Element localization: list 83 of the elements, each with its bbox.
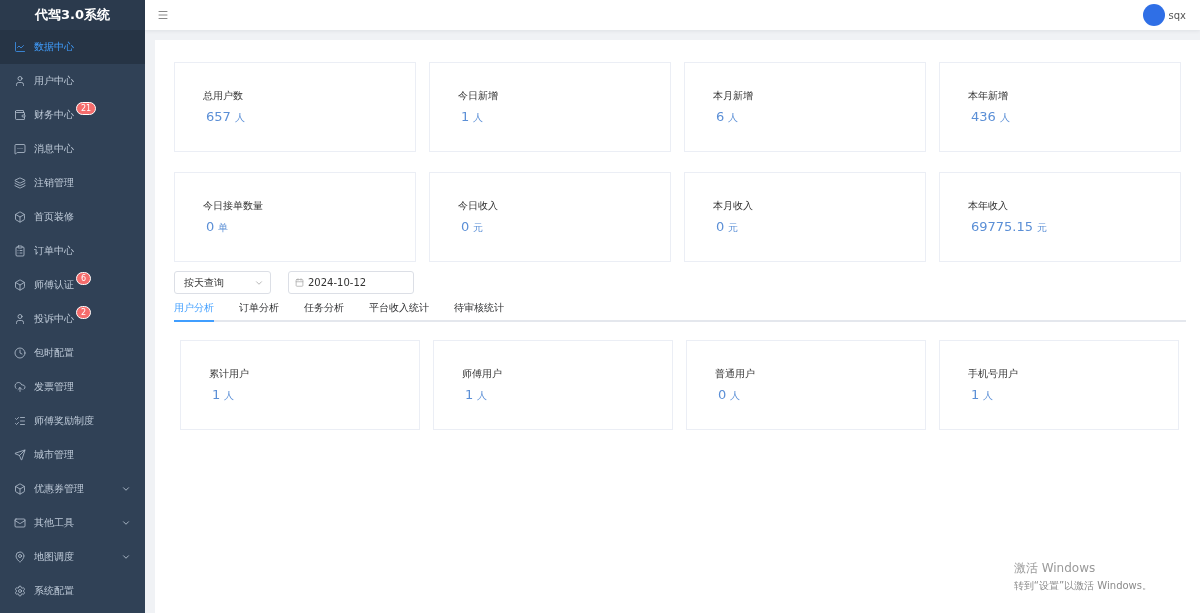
stat-label: 本年新增 — [968, 89, 1009, 103]
stat-unit: 人 — [728, 111, 739, 125]
stat-label: 本年收入 — [968, 199, 1009, 213]
menu-label: 投诉中心 — [34, 312, 74, 326]
tab[interactable]: 订单分析 — [239, 299, 279, 322]
count-badge: 21 — [76, 102, 97, 115]
user-name: sqx — [1168, 9, 1186, 21]
menu-label: 城市管理 — [34, 448, 74, 462]
menu-label: 财务中心 — [34, 108, 74, 122]
menu-label: 消息中心 — [34, 142, 74, 156]
stat-value: 69775.15 — [971, 219, 1034, 234]
stat-value: 436 — [971, 109, 996, 124]
stat-label: 本月收入 — [713, 199, 754, 213]
stat-value: 6 — [716, 109, 725, 124]
sidebar-item[interactable]: 优惠券管理 — [0, 472, 145, 506]
stat-unit: 人 — [234, 111, 245, 125]
sidebar-item[interactable]: 消息中心 — [0, 132, 145, 166]
stat-label: 手机号用户 — [968, 367, 1019, 381]
sidebar-item[interactable]: 订单中心 — [0, 234, 145, 268]
tab[interactable]: 待审核统计 — [454, 299, 504, 322]
stat-value: 657 — [206, 109, 231, 124]
activation-title: 激活 Windows — [1013, 560, 1097, 577]
mode-select[interactable]: 按天查询 — [174, 271, 271, 294]
sidebar-item[interactable]: 师傅认证 6 — [0, 268, 145, 302]
count-badge: 2 — [76, 306, 92, 319]
stat-unit: 元 — [473, 221, 484, 235]
menu-label: 其他工具 — [34, 516, 74, 530]
stat-value: 1 — [461, 109, 470, 124]
menu-label: 注销管理 — [34, 176, 74, 190]
stat-value: 0 — [718, 387, 727, 402]
stat-unit: 人 — [224, 389, 235, 403]
activation-text: 转到“设置”以激活 Windows。 — [1013, 579, 1152, 593]
stat-label: 今日接单数量 — [203, 199, 264, 213]
menu-label: 师傅认证 — [34, 278, 74, 292]
stat-value: 1 — [465, 387, 474, 402]
stat-unit: 人 — [999, 111, 1010, 125]
stat-label: 本月新增 — [713, 89, 754, 103]
sidebar-item[interactable]: 包时配置 — [0, 336, 145, 370]
stat-label: 累计用户 — [209, 367, 250, 381]
sidebar-item[interactable]: 发票管理 — [0, 370, 145, 404]
menu-label: 发票管理 — [34, 380, 74, 394]
tab[interactable]: 平台收入统计 — [369, 299, 429, 322]
sidebar-item[interactable]: 系统配置 — [0, 574, 145, 608]
stat-value: 1 — [971, 387, 980, 402]
sidebar-item[interactable]: 师傅奖励制度 — [0, 404, 145, 438]
stat-value: 0 — [206, 219, 215, 234]
sidebar-item[interactable]: 首页装修 — [0, 200, 145, 234]
menu-label: 地图调度 — [34, 550, 74, 564]
app-title: 代驾3.0系统 — [35, 6, 110, 24]
menu-label: 订单中心 — [34, 244, 74, 258]
sidebar-item[interactable]: 财务中心 21 — [0, 98, 145, 132]
stat-unit: 人 — [983, 389, 994, 403]
stat-value: 1 — [212, 387, 221, 402]
stat-unit: 人 — [730, 389, 741, 403]
stat-value: 0 — [716, 219, 725, 234]
sidebar-item[interactable]: 其他工具 — [0, 506, 145, 540]
menu-label: 包时配置 — [34, 346, 74, 360]
stat-label: 普通用户 — [715, 367, 756, 381]
sidebar-item[interactable]: 数据中心 — [0, 30, 145, 64]
stat-unit: 人 — [473, 111, 484, 125]
menu-label: 首页装修 — [34, 210, 74, 224]
stat-unit: 单 — [218, 221, 229, 235]
menu-label: 优惠券管理 — [34, 482, 84, 496]
stat-unit: 人 — [477, 389, 488, 403]
stat-unit: 元 — [728, 221, 739, 235]
menu-label: 数据中心 — [34, 40, 74, 54]
count-badge: 6 — [76, 272, 92, 285]
menu-label: 用户中心 — [34, 74, 74, 88]
menu-label: 师傅奖励制度 — [34, 414, 94, 428]
stat-label: 今日收入 — [458, 199, 499, 213]
stat-label: 总用户数 — [203, 89, 244, 103]
stat-value: 0 — [461, 219, 470, 234]
stat-unit: 元 — [1037, 221, 1048, 235]
sidebar-item[interactable]: 用户中心 — [0, 64, 145, 98]
menu-label: 系统配置 — [34, 584, 74, 598]
stat-label: 今日新增 — [458, 89, 499, 103]
sidebar-item[interactable]: 城市管理 — [0, 438, 145, 472]
stat-label: 师傅用户 — [462, 367, 503, 381]
date-field[interactable]: 2024-10-12 — [288, 271, 414, 294]
sidebar-item[interactable]: 投诉中心 2 — [0, 302, 145, 336]
tab[interactable]: 任务分析 — [304, 299, 344, 322]
sidebar-item[interactable]: 地图调度 — [0, 540, 145, 574]
sidebar-item[interactable]: 注销管理 — [0, 166, 145, 200]
